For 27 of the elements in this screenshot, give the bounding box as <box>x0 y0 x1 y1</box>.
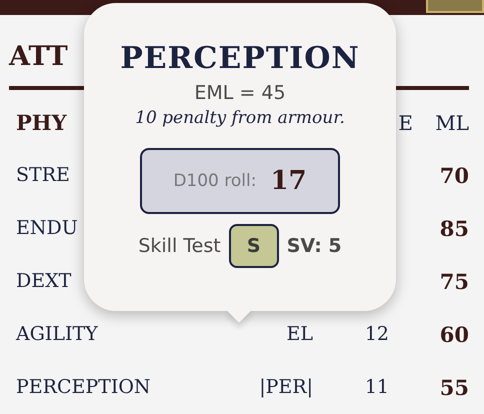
mastery-level: 55 <box>438 374 469 402</box>
attribute-name: STRE <box>16 163 70 188</box>
attribute-abbreviation: EL <box>286 323 313 345</box>
success-value: SV: 5 <box>286 235 342 257</box>
penalty-note: 10 penalty from armour. <box>135 108 345 128</box>
attribute-name: DEXT <box>16 269 72 294</box>
attribute-name: AGILITY <box>16 322 98 347</box>
attribute-value: 11 <box>364 376 389 398</box>
column-heading: ML <box>435 110 469 136</box>
framed-picture-icon <box>426 0 484 13</box>
popover-title: PERCEPTION <box>120 41 360 76</box>
mastery-level: 85 <box>438 215 469 243</box>
result-badge: S <box>228 224 279 268</box>
attribute-abbreviation: |PER| <box>259 376 313 398</box>
eml-text: EML = 45 <box>194 82 286 104</box>
column-heading: E <box>398 110 413 136</box>
attribute-value: 12 <box>364 323 389 345</box>
group-heading: PHY <box>16 108 67 136</box>
skill-test-label: Skill Test <box>138 235 221 257</box>
mastery-level: 60 <box>438 321 469 349</box>
attribute-name: ENDU <box>16 216 78 241</box>
roll-value: 17 <box>270 166 307 196</box>
mastery-level: 75 <box>438 268 469 296</box>
roll-label: D100 roll: <box>173 171 256 191</box>
section-heading: ATT <box>9 40 68 74</box>
mastery-level: 70 <box>438 162 469 190</box>
attribute-name: PERCEPTION <box>16 375 151 400</box>
